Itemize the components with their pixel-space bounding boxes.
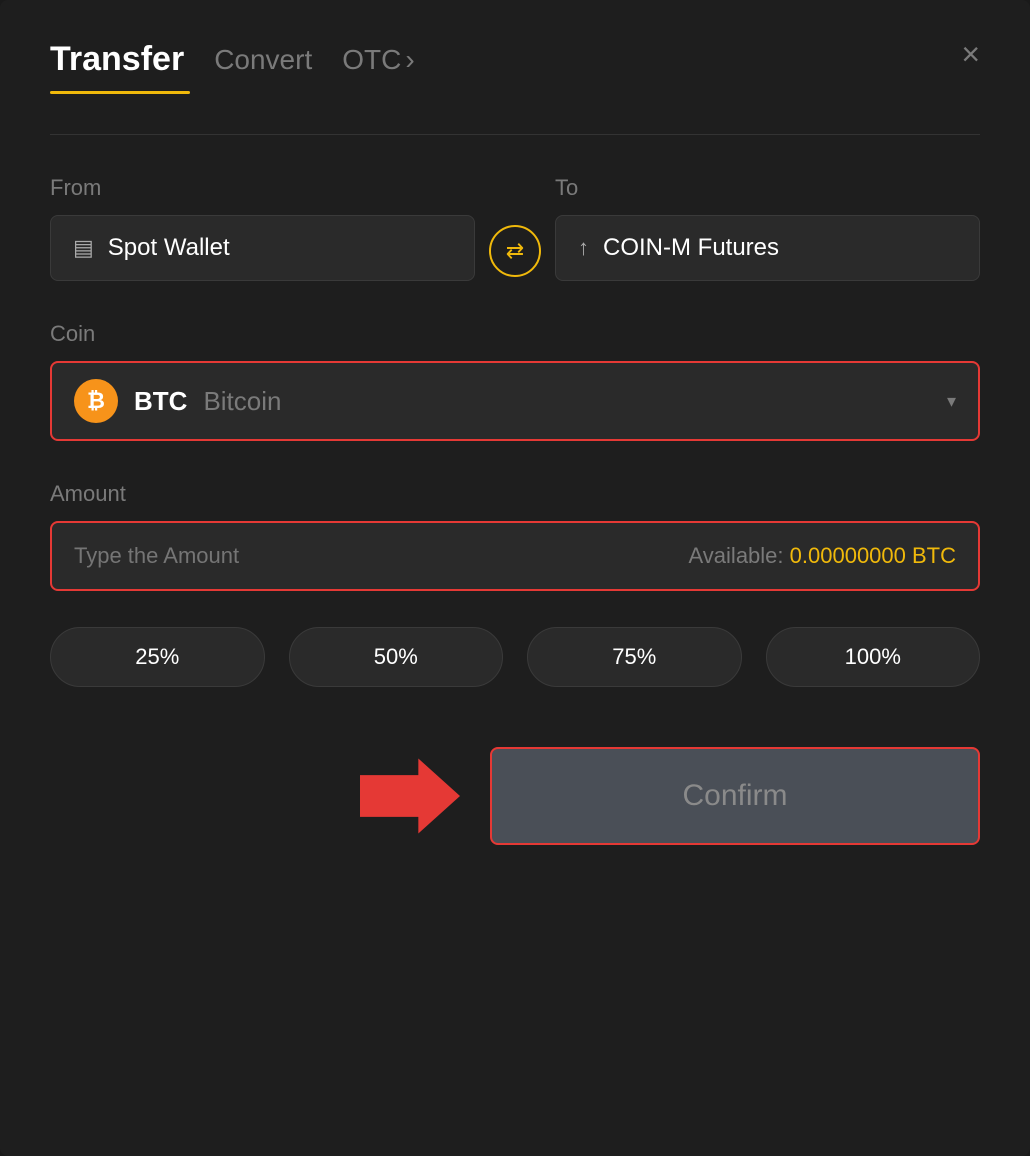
arrow-wrapper: [360, 751, 460, 841]
percent-100-button[interactable]: 100%: [766, 627, 981, 687]
amount-section: Amount Available: 0.00000000 BTC: [50, 481, 980, 591]
amount-input-row: Available: 0.00000000 BTC: [50, 521, 980, 591]
to-section: To ↑ COIN-M Futures: [555, 175, 980, 281]
modal-header: Transfer Convert OTC ›: [50, 40, 980, 79]
confirm-arrow-icon: [360, 751, 460, 841]
tab-underline: [50, 91, 980, 94]
confirm-button[interactable]: Confirm: [490, 747, 980, 845]
amount-input[interactable]: [74, 543, 515, 569]
percent-50-button[interactable]: 50%: [289, 627, 504, 687]
confirm-section: Confirm: [50, 747, 980, 845]
to-wallet-label: COIN-M Futures: [603, 234, 779, 262]
percent-75-button[interactable]: 75%: [527, 627, 742, 687]
to-wallet-icon: ↑: [578, 235, 589, 261]
tab-otc[interactable]: OTC ›: [342, 44, 414, 76]
swap-button[interactable]: ⇄: [489, 225, 541, 277]
to-label: To: [555, 175, 980, 201]
available-text: Available: 0.00000000 BTC: [689, 543, 956, 569]
tab-active-indicator: [50, 91, 190, 94]
transfer-modal: Transfer Convert OTC › × From ▤ Spot Wal…: [0, 0, 1030, 1156]
header-divider: [50, 134, 980, 135]
amount-label: Amount: [50, 481, 980, 507]
percent-25-button[interactable]: 25%: [50, 627, 265, 687]
tab-transfer[interactable]: Transfer: [50, 40, 184, 79]
coin-name: Bitcoin: [203, 386, 281, 417]
from-to-section: From ▤ Spot Wallet ⇄ To ↑ COIN-M Futures: [50, 175, 980, 281]
coin-label: Coin: [50, 321, 980, 347]
chevron-down-icon: ▾: [947, 391, 956, 412]
tab-otc-label: OTC: [342, 44, 401, 76]
from-wallet-select[interactable]: ▤ Spot Wallet: [50, 215, 475, 281]
available-value: 0.00000000 BTC: [790, 543, 956, 568]
available-label: Available:: [689, 543, 784, 568]
to-wallet-select[interactable]: ↑ COIN-M Futures: [555, 215, 980, 281]
swap-icon: ⇄: [506, 238, 524, 264]
tab-otc-chevron-icon: ›: [405, 44, 414, 76]
tab-convert[interactable]: Convert: [214, 44, 312, 76]
coin-dropdown[interactable]: ₿ BTC Bitcoin ▾: [50, 361, 980, 441]
from-wallet-label: Spot Wallet: [108, 234, 230, 262]
swap-wrapper: ⇄: [475, 225, 555, 281]
from-label: From: [50, 175, 475, 201]
coin-section: Coin ₿ BTC Bitcoin ▾: [50, 321, 980, 441]
from-wallet-icon: ▤: [73, 235, 94, 261]
from-section: From ▤ Spot Wallet: [50, 175, 475, 281]
btc-icon: ₿: [74, 379, 118, 423]
coin-symbol: BTC: [134, 386, 187, 417]
percent-buttons: 25% 50% 75% 100%: [50, 627, 980, 687]
close-button[interactable]: ×: [961, 38, 980, 70]
